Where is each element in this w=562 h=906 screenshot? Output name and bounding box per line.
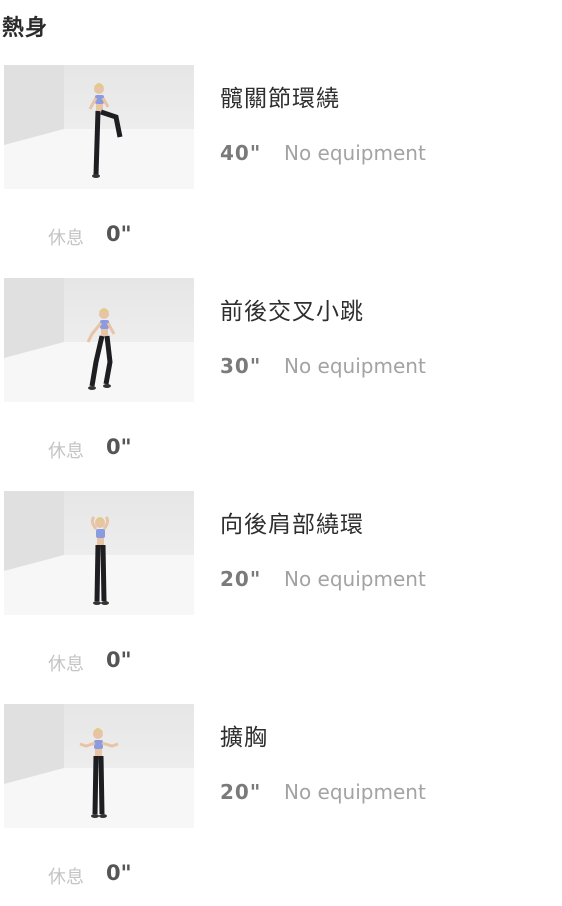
exercise-duration: 30" — [220, 354, 262, 378]
rest-value: 0" — [106, 648, 132, 672]
exercise-row[interactable]: 向後肩部繞環 20" No equipment — [0, 491, 562, 615]
rest-row: 休息 0" — [0, 222, 300, 252]
exercise-name: 髖關節環繞 — [220, 86, 340, 112]
exercise-row[interactable]: 髖關節環繞 40" No equipment — [0, 65, 562, 189]
rest-row: 休息 0" — [0, 861, 300, 891]
exercise-row[interactable]: 擴胸 20" No equipment — [0, 704, 562, 828]
exercise-duration: 20" — [220, 567, 262, 591]
rest-label: 休息 — [48, 441, 84, 462]
exercise-name: 擴胸 — [220, 725, 268, 751]
rest-row: 休息 0" — [0, 648, 300, 678]
rest-label: 休息 — [48, 654, 84, 675]
exercise-thumbnail — [4, 704, 194, 828]
rest-row: 休息 0" — [0, 435, 300, 465]
rest-label: 休息 — [48, 228, 84, 249]
exercise-equipment: No equipment — [284, 780, 426, 804]
section-title: 熱身 — [2, 16, 49, 41]
exercise-thumbnail — [4, 65, 194, 189]
rest-value: 0" — [106, 222, 132, 246]
exercise-duration: 40" — [220, 141, 262, 165]
rest-label: 休息 — [48, 867, 84, 888]
exercise-duration: 20" — [220, 780, 262, 804]
exercise-name: 前後交叉小跳 — [220, 299, 364, 325]
exercise-name: 向後肩部繞環 — [220, 512, 364, 538]
exercise-thumbnail — [4, 278, 194, 402]
exercise-equipment: No equipment — [284, 141, 426, 165]
rest-value: 0" — [106, 435, 132, 459]
exercise-thumbnail — [4, 491, 194, 615]
rest-value: 0" — [106, 861, 132, 885]
exercise-equipment: No equipment — [284, 567, 426, 591]
exercise-equipment: No equipment — [284, 354, 426, 378]
exercise-row[interactable]: 前後交叉小跳 30" No equipment — [0, 278, 562, 402]
